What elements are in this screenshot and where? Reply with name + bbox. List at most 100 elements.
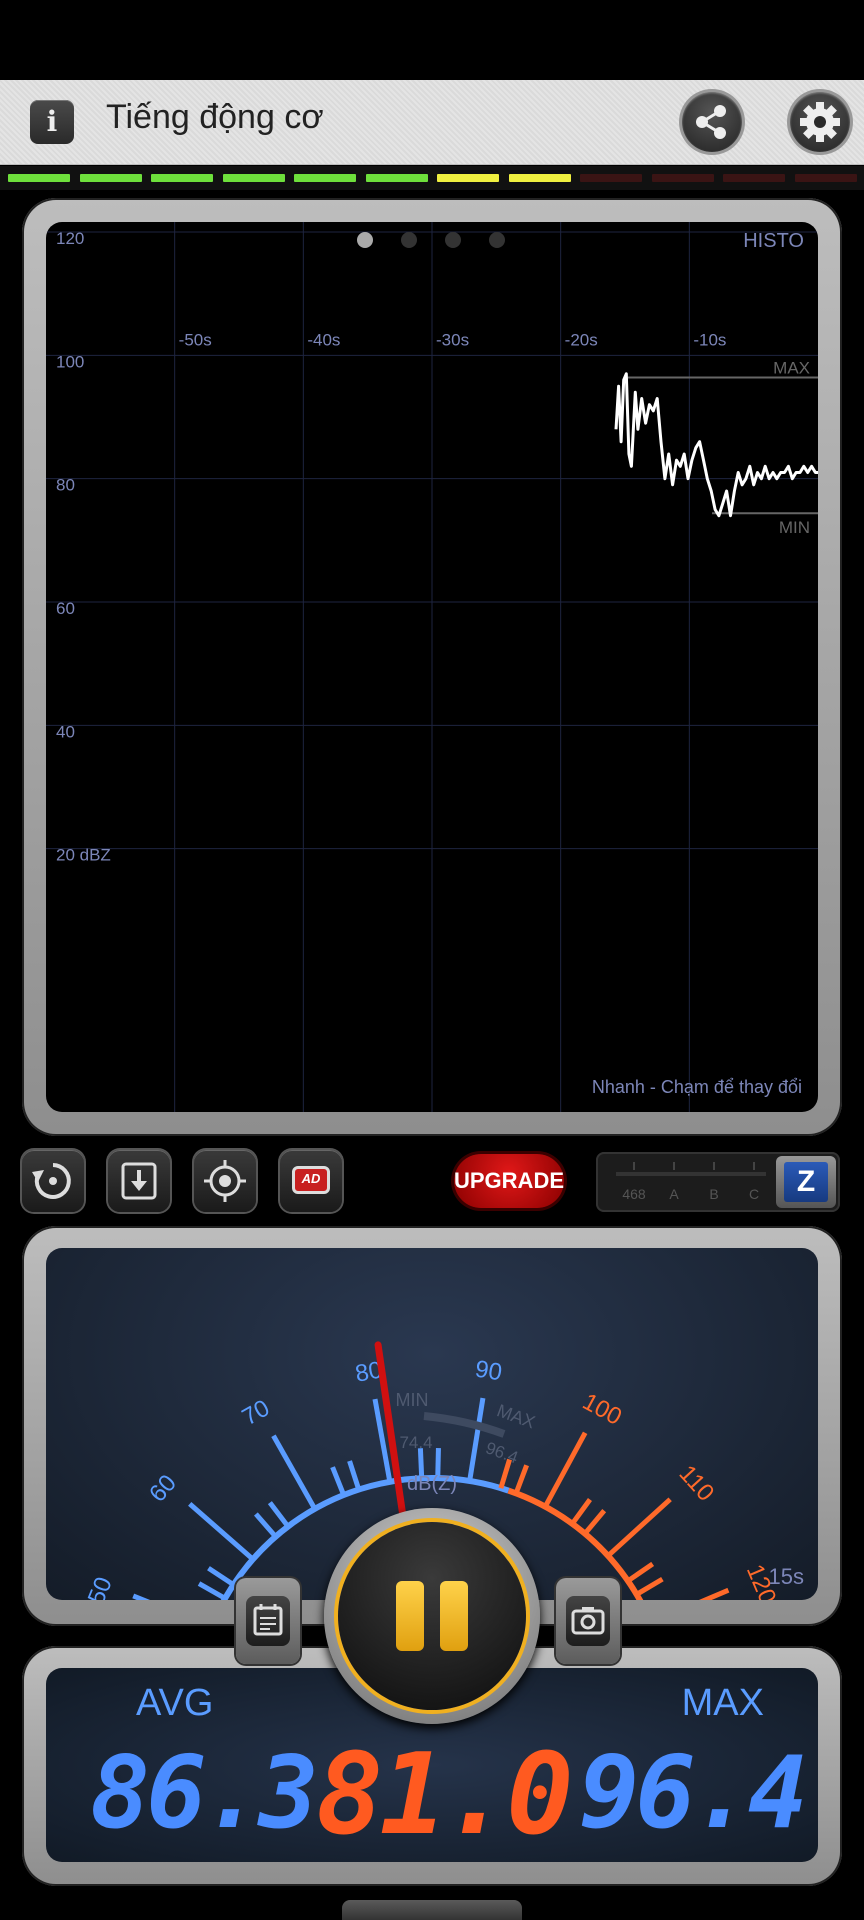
weighting-option[interactable]: A: [656, 1186, 692, 1202]
weighting-z-button[interactable]: Z: [776, 1156, 836, 1208]
level-segment: [651, 174, 714, 182]
y-tick-label: 80: [56, 476, 75, 495]
weighting-option[interactable]: C: [736, 1186, 772, 1202]
graph-footer[interactable]: Nhanh - Chạm để thay đổi: [592, 1077, 802, 1098]
bottom-drawer-handle[interactable]: [342, 1900, 522, 1920]
graph-mode-label: HISTO: [743, 230, 804, 252]
gauge-max-value: 96.4: [483, 1438, 521, 1467]
gauge-tick: [207, 1566, 235, 1587]
gauge-tick: [271, 1434, 317, 1511]
page-dot: [489, 232, 505, 248]
level-segment: [723, 174, 785, 182]
ad-button[interactable]: AD: [280, 1150, 342, 1212]
level-segment: [580, 174, 642, 182]
gear-icon[interactable]: [790, 92, 850, 152]
weighting-option[interactable]: 468: [616, 1186, 652, 1202]
gauge-minmax-band: [423, 1412, 506, 1438]
ad-icon: AD: [292, 1166, 330, 1194]
gauge-tick: [635, 1576, 664, 1597]
gauge-unit: dB(Z): [407, 1473, 457, 1495]
gauge-tick: [626, 1561, 655, 1583]
ad-label: AD: [301, 1171, 321, 1186]
gauge-min-value: 74.4: [399, 1433, 432, 1452]
weighting-z-label: Z: [784, 1162, 828, 1202]
y-tick-label: 20 dBZ: [56, 846, 111, 865]
page-title: Tiếng động cơ: [106, 98, 324, 136]
app-header: i Tiếng động cơ: [0, 80, 864, 165]
gauge-tick-label: 70: [238, 1395, 275, 1432]
page-dot: [357, 232, 373, 248]
next-page-peek: [842, 216, 864, 1116]
graph-canvas: 120 100 80 60 40 20 dBZ -50s -40s -30s -20s -10s MA…: [46, 222, 818, 1112]
level-segment: [8, 174, 70, 182]
weighting-tick: [633, 1162, 635, 1170]
avg-label: AVG: [136, 1682, 214, 1724]
weighting-tick: [673, 1162, 675, 1170]
max-line-label: MAX: [773, 359, 810, 378]
reset-button[interactable]: [22, 1150, 84, 1212]
gauge-tick: [330, 1466, 347, 1496]
frequency-weighting-selector[interactable]: 468 A B C Z: [596, 1152, 840, 1212]
weighting-tick: [713, 1162, 715, 1170]
y-tick-label: 60: [56, 599, 75, 618]
min-line-label: MIN: [779, 518, 810, 537]
calendar-icon: [253, 1604, 283, 1636]
y-tick-label: 40: [56, 722, 75, 741]
gauge-tick: [467, 1397, 486, 1482]
status-bar: [0, 0, 864, 80]
pause-button[interactable]: [338, 1522, 526, 1710]
camera-icon: [571, 1607, 605, 1635]
gauge-tick: [188, 1502, 255, 1562]
history-button[interactable]: [236, 1578, 300, 1664]
calibrate-button[interactable]: [194, 1150, 256, 1212]
gauge-tick: [606, 1497, 672, 1558]
weighting-tick: [753, 1162, 755, 1170]
history-graph[interactable]: 120 100 80 60 40 20 dBZ -50s -40s -30s -20s -10s MA…: [46, 222, 818, 1112]
gauge-min-label: MIN: [396, 1390, 429, 1410]
page-dot: [401, 232, 417, 248]
level-segment: [294, 174, 356, 182]
gauge-tick: [583, 1509, 607, 1536]
level-segment: [151, 174, 213, 182]
upgrade-button[interactable]: UPGRADE: [454, 1154, 564, 1208]
x-tick-label: -30s: [436, 330, 469, 349]
gauge-tick: [254, 1512, 278, 1539]
gauge-tick: [132, 1593, 151, 1600]
gauge-max-label: MAX: [494, 1400, 538, 1432]
level-segment: [365, 174, 428, 182]
gauge-tick-label: 60: [144, 1470, 182, 1508]
page-dot: [445, 232, 461, 248]
level-segment: [794, 174, 857, 182]
gauge-tick: [542, 1431, 588, 1508]
y-tick-label: 120: [56, 229, 84, 248]
x-tick-label: -20s: [565, 330, 598, 349]
y-tick-label: 100: [56, 352, 84, 371]
reset-icon: [32, 1163, 71, 1199]
gauge-tick-label: 50: [83, 1573, 118, 1600]
x-tick-label: -40s: [307, 330, 340, 349]
current-value: 81.0: [316, 1730, 574, 1860]
camera-button[interactable]: [556, 1578, 620, 1664]
save-icon: [121, 1162, 157, 1200]
gauge-tick: [513, 1464, 529, 1495]
gauge-tick: [347, 1460, 362, 1491]
gauge-tick: [267, 1501, 291, 1528]
max-value: 96.4: [579, 1734, 808, 1851]
weighting-option[interactable]: B: [696, 1186, 732, 1202]
gauge-tick-label: 110: [674, 1460, 720, 1506]
sound-level-line: [614, 372, 818, 518]
gauge-window-label: 15s: [768, 1564, 804, 1589]
max-label: MAX: [681, 1682, 764, 1724]
gauge-tick: [197, 1581, 227, 1600]
x-tick-label: -50s: [179, 330, 212, 349]
x-tick-label: -10s: [693, 330, 726, 349]
save-button[interactable]: [108, 1150, 170, 1212]
target-icon: [204, 1160, 246, 1202]
level-segment: [222, 174, 285, 182]
gauge-tick-label: 90: [473, 1356, 504, 1387]
avg-value: 86.3: [90, 1734, 319, 1851]
share-icon[interactable]: [682, 92, 742, 152]
gauge-tick: [698, 1587, 730, 1600]
level-segment: [79, 174, 142, 182]
info-icon[interactable]: i: [30, 100, 74, 144]
